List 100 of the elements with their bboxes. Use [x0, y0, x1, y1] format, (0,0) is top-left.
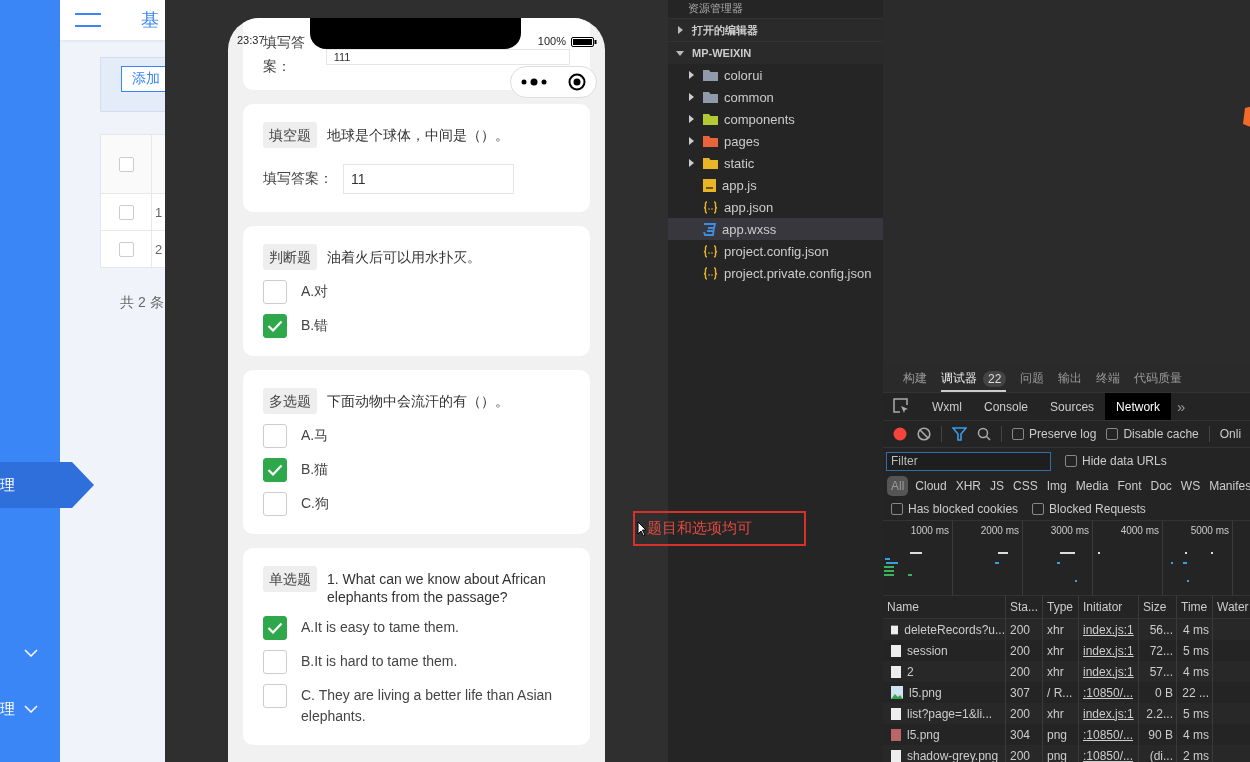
tab[interactable]: Network [1105, 393, 1172, 420]
tab[interactable]: Console [973, 393, 1040, 420]
option-label: B.It is hard to tame them. [301, 652, 458, 671]
column-header[interactable]: Sta... [1006, 596, 1043, 618]
column-header[interactable]: Size [1139, 596, 1177, 618]
request-name[interactable]: l5.png [907, 727, 940, 742]
column-header[interactable]: Type [1043, 596, 1079, 618]
type-filter[interactable]: CSS [1011, 477, 1040, 495]
request-name[interactable]: 2 [907, 664, 914, 679]
initiator-link[interactable]: index.js:1 [1083, 622, 1134, 637]
request-name[interactable]: list?page=1&li... [907, 706, 993, 721]
type-filter[interactable]: XHR [953, 477, 984, 495]
checkbox[interactable] [118, 241, 134, 257]
filter-field[interactable]: Filter [886, 451, 1051, 471]
filter-icon[interactable] [952, 427, 967, 441]
image-file-icon [891, 728, 901, 741]
tab[interactable]: 输出 [1058, 365, 1083, 392]
checkbox[interactable] [118, 156, 134, 172]
explorer-section[interactable]: MP-WEIXIN [668, 41, 883, 64]
time-tick: 5000 ms [1190, 525, 1229, 537]
disable-cache-checkbox[interactable]: Disable cache [1106, 427, 1199, 441]
type-filter[interactable]: Manifes [1207, 477, 1250, 495]
type-filter[interactable]: Doc [1148, 477, 1174, 495]
request-name[interactable]: deleteRecords?u... [904, 622, 1005, 637]
menu-icon[interactable] [75, 13, 101, 27]
request-name[interactable]: l5.png [909, 685, 942, 700]
request-name[interactable]: shadow-grey.png [907, 748, 999, 762]
tab[interactable]: 问题 [1020, 365, 1045, 392]
checkbox[interactable] [263, 314, 287, 338]
tab[interactable]: Sources [1039, 393, 1106, 420]
tree-item[interactable]: project.private.config.json [668, 262, 883, 284]
checkbox[interactable] [263, 492, 287, 516]
question-text: 下面动物中会流汗的有（）。 [327, 392, 509, 410]
tab[interactable]: 代码质量 [1134, 365, 1183, 392]
cursor-icon [637, 520, 647, 537]
record-icon[interactable] [893, 427, 907, 441]
type-filter[interactable]: JS [988, 477, 1007, 495]
answer-field[interactable]: 11 [343, 164, 514, 194]
question-type-tag: 判断题 [263, 244, 317, 270]
capsule-menu[interactable] [510, 66, 597, 98]
throttling-dropdown[interactable]: Onli [1219, 427, 1242, 441]
column-header[interactable]: Name [883, 596, 1006, 618]
checkbox[interactable] [263, 650, 287, 674]
sidebar-item[interactable]: 理 [0, 686, 60, 732]
table-cell: 4 ms [1177, 619, 1213, 640]
more-tabs[interactable]: » [1171, 393, 1192, 420]
initiator-link[interactable]: index.js:1 [1083, 643, 1134, 658]
checkbox[interactable] [263, 424, 287, 448]
tree-item[interactable]: project.config.json [668, 240, 883, 262]
answer-field[interactable]: 111 [325, 49, 570, 65]
initiator-link[interactable]: :10850/... [1083, 685, 1134, 700]
blocked-requests-checkbox[interactable]: Blocked Requests [1032, 502, 1146, 516]
checkbox[interactable] [118, 204, 134, 220]
tab[interactable]: 调试器 22 [941, 365, 1007, 392]
question-type-tag: 填空题 [263, 122, 317, 148]
document-icon [891, 749, 901, 762]
initiator-link[interactable]: :10850/... [1083, 727, 1134, 742]
tree-item[interactable]: common [668, 86, 883, 108]
preserve-log-checkbox[interactable]: Preserve log [1012, 427, 1097, 441]
more-icon[interactable] [521, 78, 548, 86]
document-icon [891, 644, 901, 657]
column-header[interactable]: Water [1213, 596, 1250, 618]
type-filter[interactable]: Cloud [913, 477, 949, 495]
initiator-link[interactable]: :10850/... [1083, 748, 1134, 762]
checkbox[interactable] [263, 458, 287, 482]
checkbox[interactable] [263, 616, 287, 640]
type-filter[interactable]: Img [1044, 477, 1069, 495]
checkbox[interactable] [263, 684, 287, 708]
tab[interactable]: 构建 [903, 365, 927, 392]
tree-item[interactable]: app.wxss [668, 218, 883, 240]
answer-label: 填写答案： [263, 33, 306, 76]
type-filter[interactable]: Media [1073, 477, 1111, 495]
sidebar-item[interactable]: 理 [0, 462, 94, 508]
close-target-icon[interactable] [567, 73, 586, 91]
blocked-cookies-checkbox[interactable]: Has blocked cookies [891, 502, 1019, 516]
option-label: A.It is easy to tame them. [301, 618, 459, 637]
tree-item[interactable]: static [668, 152, 883, 174]
initiator-link[interactable]: index.js:1 [1083, 706, 1134, 721]
time-tick: 2000 ms [980, 525, 1019, 537]
type-filter[interactable]: Font [1115, 477, 1144, 495]
checkbox[interactable] [263, 280, 287, 304]
add-button[interactable]: 添加 [121, 66, 165, 92]
tree-item[interactable]: pages [668, 130, 883, 152]
tree-item[interactable]: components [668, 108, 883, 130]
tree-item[interactable]: colorui [668, 64, 883, 86]
column-header[interactable]: Initiator [1079, 596, 1139, 618]
check-icon [267, 622, 283, 634]
initiator-link[interactable]: index.js:1 [1083, 664, 1134, 679]
column-header[interactable]: Time [1177, 596, 1213, 618]
hide-data-urls-checkbox[interactable]: Hide data URLs [1065, 454, 1167, 468]
search-icon[interactable] [977, 427, 991, 441]
type-filter[interactable]: WS [1178, 477, 1203, 495]
explorer-section[interactable]: 打开的编辑器 [668, 18, 883, 41]
request-name[interactable]: session [907, 643, 948, 658]
tab[interactable]: 终端 [1096, 365, 1121, 392]
clear-icon[interactable] [917, 427, 931, 441]
tree-item[interactable]: app.js [668, 174, 883, 196]
tab[interactable]: Wxml [921, 393, 973, 420]
inspect-icon[interactable] [893, 398, 909, 414]
tree-item[interactable]: app.json [668, 196, 883, 218]
